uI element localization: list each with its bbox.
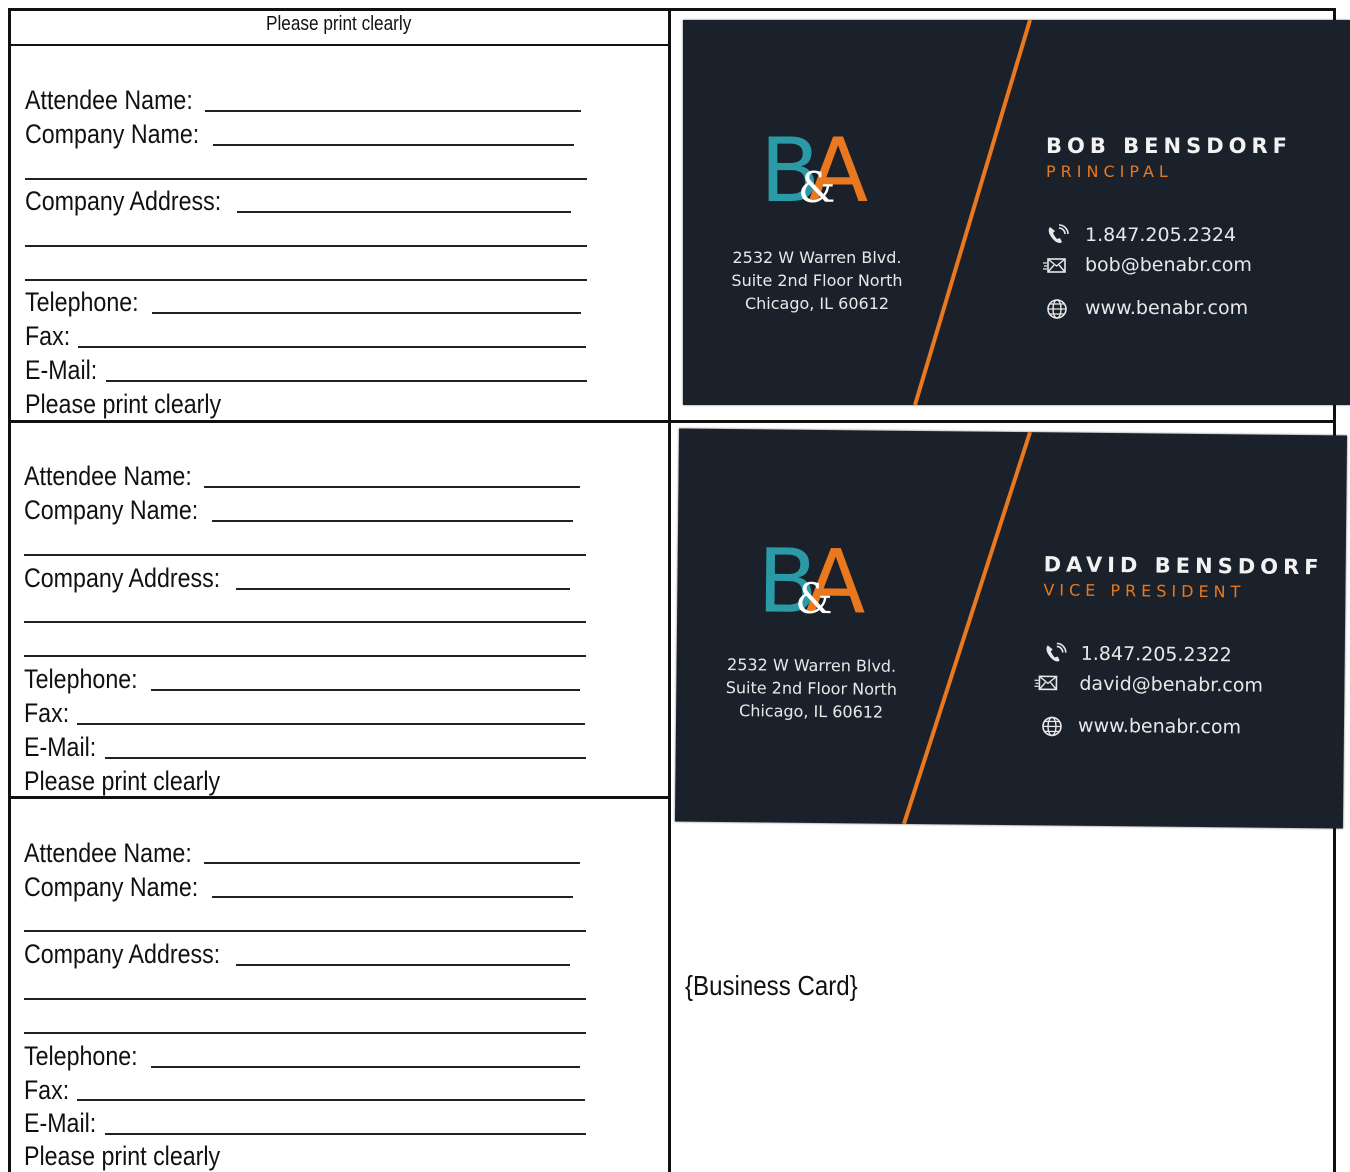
logo-ampersand: & xyxy=(798,163,836,212)
attendee-name-label: Attendee Name: xyxy=(24,838,192,868)
email-label: E-Mail: xyxy=(25,355,98,385)
address-line: Suite 2nd Floor North xyxy=(731,271,903,290)
card-person-name: BOB BENSDORF xyxy=(1046,134,1293,158)
address-line-2[interactable] xyxy=(24,621,586,623)
ba-logo: B A & xyxy=(760,127,890,227)
card-person-title: PRINCIPAL xyxy=(1046,162,1173,181)
card-address: 2532 W Warren Blvd. Suite 2nd Floor Nort… xyxy=(711,653,912,724)
logo-ampersand: & xyxy=(795,573,833,624)
email-field[interactable] xyxy=(105,757,586,759)
form-footer-instruction: Please print clearly xyxy=(24,766,221,796)
address-line: 2532 W Warren Blvd. xyxy=(726,655,897,676)
address-line-3[interactable] xyxy=(25,279,587,281)
card-email: david@benabr.com xyxy=(1079,672,1263,697)
telephone-field[interactable] xyxy=(151,689,580,691)
address-line: 2532 W Warren Blvd. xyxy=(732,248,902,267)
address-line-2[interactable] xyxy=(24,998,586,1000)
company-address-field[interactable] xyxy=(236,588,570,590)
telephone-label: Telephone: xyxy=(24,1041,138,1071)
card-website: www.benabr.com xyxy=(1085,297,1249,319)
attendee-name-field[interactable] xyxy=(204,862,580,864)
company-name-field[interactable] xyxy=(213,144,574,146)
globe-icon xyxy=(1042,716,1062,737)
business-card-bob: B A & 2532 W Warren Blvd. Suite 2nd Floo… xyxy=(683,20,1350,405)
company-name-extra-line[interactable] xyxy=(25,178,587,180)
card-email: bob@benabr.com xyxy=(1085,254,1252,276)
email-icon xyxy=(1043,258,1066,273)
row-divider-2 xyxy=(8,796,671,799)
business-card-david: B A & 2532 W Warren Blvd. Suite 2nd Floo… xyxy=(674,428,1348,829)
company-address-field[interactable] xyxy=(237,211,571,213)
company-address-label: Company Address: xyxy=(24,563,221,593)
email-label: E-Mail: xyxy=(24,1108,97,1138)
company-address-label: Company Address: xyxy=(25,186,222,216)
form-footer-instruction: Please print clearly xyxy=(25,389,222,419)
fax-field[interactable] xyxy=(77,723,585,725)
frame-left xyxy=(8,8,11,1172)
fax-label: Fax: xyxy=(24,698,70,728)
address-line: Suite 2nd Floor North xyxy=(725,678,898,699)
telephone-label: Telephone: xyxy=(25,287,139,317)
address-line-3[interactable] xyxy=(24,655,586,657)
address-line: Chicago, IL 60612 xyxy=(744,294,890,313)
company-name-extra-line[interactable] xyxy=(24,554,586,556)
ba-logo: B A & xyxy=(757,529,888,638)
address-line-2[interactable] xyxy=(25,245,587,247)
telephone-label: Telephone: xyxy=(24,664,138,694)
frame-middle xyxy=(668,8,671,1172)
company-address-label: Company Address: xyxy=(24,939,221,969)
telephone-field[interactable] xyxy=(151,1066,580,1068)
card-person-title: VICE PRESIDENT xyxy=(1043,580,1246,602)
company-name-label: Company Name: xyxy=(24,495,199,525)
phone-icon xyxy=(1048,224,1069,243)
company-name-field[interactable] xyxy=(212,896,573,898)
attendee-name-label: Attendee Name: xyxy=(25,85,193,115)
email-field[interactable] xyxy=(106,380,587,382)
row-divider-1 xyxy=(8,420,1336,423)
attendee-name-field[interactable] xyxy=(205,110,581,112)
address-line-3[interactable] xyxy=(24,1032,586,1034)
form-footer-instruction: Please print clearly xyxy=(24,1141,221,1171)
email-icon xyxy=(1034,675,1058,691)
email-label: E-Mail: xyxy=(24,732,97,762)
fax-label: Fax: xyxy=(25,321,71,351)
company-name-field[interactable] xyxy=(212,520,573,522)
fax-field[interactable] xyxy=(77,1099,585,1101)
card-phone: 1.847.205.2324 xyxy=(1085,224,1237,246)
header-divider xyxy=(8,44,671,46)
frame-top xyxy=(8,8,1336,11)
telephone-field[interactable] xyxy=(152,312,581,314)
business-card-placeholder: {Business Card} xyxy=(685,970,858,1001)
attendee-name-label: Attendee Name: xyxy=(24,461,192,491)
card-phone: 1.847.205.2322 xyxy=(1080,642,1232,667)
globe-icon xyxy=(1047,299,1067,319)
attendee-name-field[interactable] xyxy=(204,486,580,488)
company-name-extra-line[interactable] xyxy=(24,930,586,932)
phone-icon xyxy=(1046,642,1067,662)
company-address-field[interactable] xyxy=(236,964,570,966)
company-name-label: Company Name: xyxy=(24,872,199,902)
company-name-label: Company Name: xyxy=(25,119,200,149)
fax-label: Fax: xyxy=(24,1075,70,1105)
email-field[interactable] xyxy=(105,1133,586,1135)
card-address: 2532 W Warren Blvd. Suite 2nd Floor Nort… xyxy=(717,246,917,315)
address-line: Chicago, IL 60612 xyxy=(738,701,884,722)
header-instruction: Please print clearly xyxy=(266,13,412,35)
card-person-name: DAVID BENSDORF xyxy=(1043,552,1324,580)
fax-field[interactable] xyxy=(78,346,586,348)
card-website: www.benabr.com xyxy=(1077,714,1242,739)
